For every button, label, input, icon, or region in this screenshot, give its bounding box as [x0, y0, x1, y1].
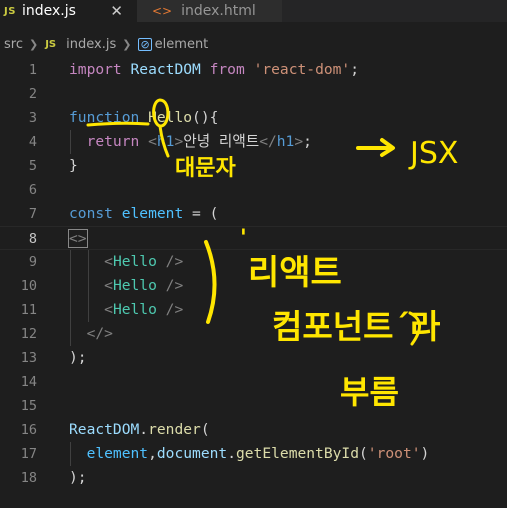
arrow-right-icon	[356, 138, 395, 157]
underline-stroke	[86, 121, 150, 127]
circle-stroke	[152, 98, 170, 128]
annotation-tick: '	[240, 226, 247, 251]
annotation-jsx: JSX	[410, 136, 459, 171]
annotation-call: 부름	[340, 373, 399, 411]
annotation-react: 리액트	[248, 253, 342, 293]
annotation-component: 컴포넌트´라	[272, 307, 441, 346]
arrow-line	[158, 124, 170, 158]
annotation-capital-letter: 대문자	[175, 156, 236, 181]
bracket-stroke	[204, 240, 217, 324]
